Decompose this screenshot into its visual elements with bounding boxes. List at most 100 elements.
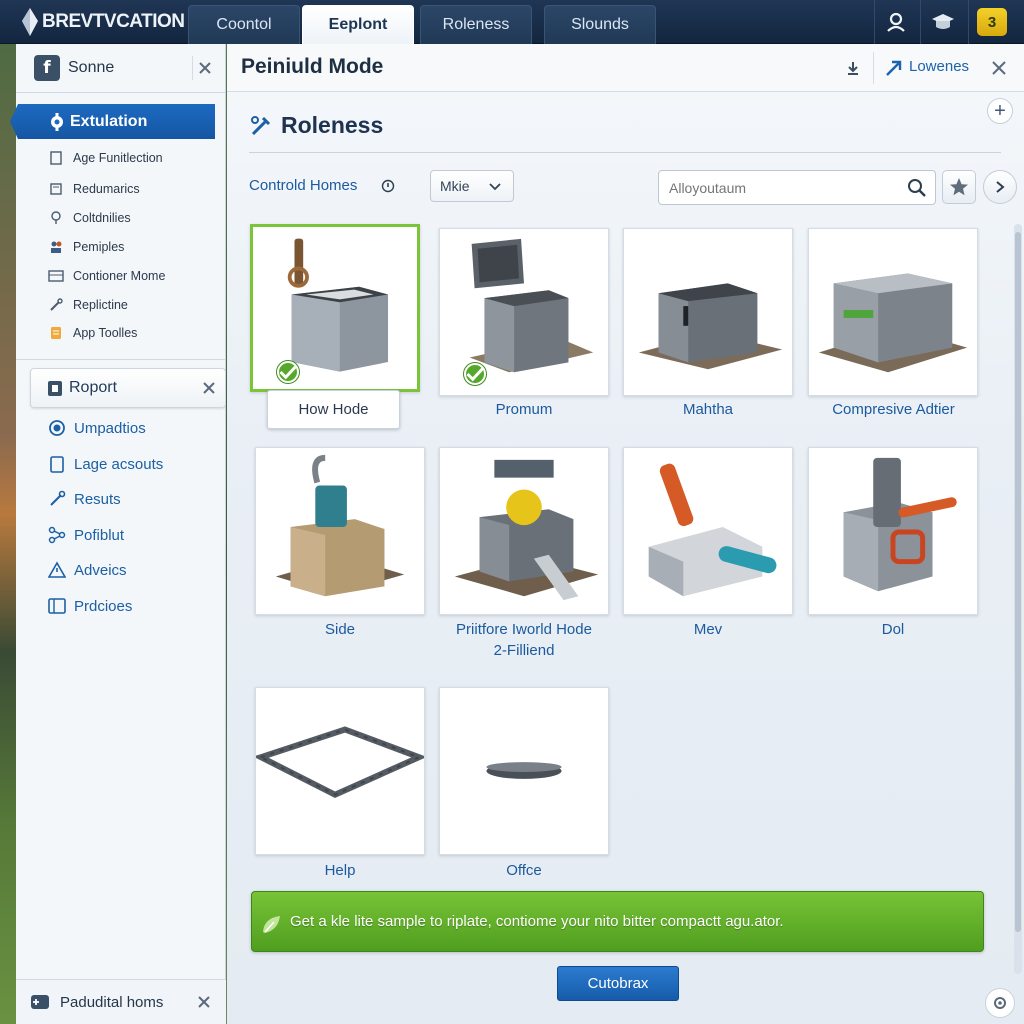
item-label: Compresive Adtier [832, 401, 955, 418]
sidebar-header-label: Sonne [68, 59, 115, 76]
sidebar-footer[interactable]: Padudital homs [16, 979, 226, 1024]
item-card[interactable] [439, 228, 609, 396]
sidebar-link-label: Umpadtios [74, 419, 146, 437]
item-card[interactable] [439, 687, 609, 855]
user-icon[interactable] [878, 4, 914, 40]
sidebar-header: f Sonne [16, 44, 226, 92]
item-card[interactable] [250, 224, 420, 392]
app-icon [48, 325, 64, 341]
tree-icon [48, 210, 64, 226]
report-panel-header[interactable]: Roport [30, 368, 226, 408]
bin-object-icon [287, 238, 389, 372]
scrollbar-thumb[interactable] [1015, 232, 1021, 932]
report-label: Roport [69, 379, 118, 396]
sidebar: f Sonne Extulation Age Funitlection Redu… [10, 44, 226, 1024]
next-button[interactable] [983, 170, 1017, 204]
item-label: Dol [881, 621, 905, 638]
item-card[interactable] [439, 447, 609, 615]
people-icon [48, 239, 64, 255]
document-icon [48, 181, 64, 197]
badge-icon[interactable]: 3 [974, 4, 1010, 40]
sidebar-link-label: Lage acsouts [74, 455, 164, 473]
sidebar-link[interactable]: Adveics [48, 557, 218, 583]
sidebar-link[interactable]: Pofiblut [48, 522, 218, 548]
network-icon [48, 526, 66, 544]
scrollbar[interactable] [1014, 224, 1022, 974]
sidebar-item-label: App Toolles [73, 326, 138, 340]
item-card[interactable] [623, 228, 793, 396]
sidebar-link-label: Prdcioes [74, 597, 133, 615]
chevron-down-icon [489, 183, 501, 191]
sidebar-link[interactable]: Resuts [48, 486, 218, 512]
checkmark-icon [277, 361, 299, 383]
sidebar-item[interactable]: Pemiples [48, 236, 218, 258]
close-icon[interactable] [197, 376, 221, 400]
sidebar-item-label: Pemiples [73, 240, 125, 254]
star-icon [950, 178, 968, 196]
settings-button[interactable] [985, 988, 1015, 1018]
page-title: Peiniuld Mode [241, 55, 384, 78]
printer-object-icon [454, 459, 599, 601]
dropdown-value: Mkie [440, 178, 470, 194]
gamepad-icon [31, 995, 49, 1009]
graduation-cap-icon[interactable] [925, 4, 961, 40]
report-icon [48, 381, 62, 396]
sidebar-item[interactable]: Redumarics [48, 178, 218, 200]
sidebar-item[interactable]: Contioner Mome [48, 265, 218, 287]
search-input[interactable] [658, 170, 936, 205]
top-bar: BREVTVCATION Coontol Eeplont Roleness Sl… [0, 0, 1024, 44]
sidebar-link[interactable]: Prdcioes [48, 593, 218, 619]
facebook-icon: f [34, 55, 60, 81]
sidebar-item-active[interactable]: Extulation [10, 104, 215, 139]
item-card[interactable] [808, 447, 978, 615]
gear-icon [994, 997, 1006, 1009]
item-label: Priitfore Iworld Hode [456, 621, 592, 638]
panel-icon [48, 597, 66, 615]
sidebar-item-label: Age Funitlection [73, 151, 163, 165]
press-object-icon [843, 457, 957, 592]
sidebar-link[interactable]: Lage acsouts [48, 451, 218, 477]
item-card[interactable] [255, 447, 425, 615]
primary-button[interactable]: Cutobrax [557, 966, 679, 1001]
clipboard-icon [48, 455, 66, 473]
tab-explore[interactable]: Eeplont [302, 5, 414, 44]
alert-icon [48, 561, 66, 579]
close-icon[interactable] [192, 56, 216, 80]
item-label: Promum [495, 401, 553, 418]
item-card[interactable] [623, 447, 793, 615]
tab-label: Eeplont [328, 16, 388, 33]
close-icon[interactable] [987, 56, 1011, 80]
item-label: Mahtha [682, 401, 734, 418]
arrow-up-right-icon[interactable] [882, 56, 906, 80]
sidebar-item-label: Redumarics [73, 182, 140, 196]
disc-object-icon [486, 762, 562, 779]
sidebar-link-label: Pofiblut [74, 526, 125, 544]
search-icon[interactable] [907, 178, 927, 198]
tab-sounds[interactable]: Slounds [544, 5, 656, 44]
close-icon[interactable] [192, 990, 216, 1014]
sidebar-item[interactable]: Age Funitlection [48, 147, 218, 169]
tab-roleness[interactable]: Roleness [420, 5, 532, 44]
banner-text: Get a kle lite sample to riplate, contio… [290, 913, 784, 930]
filter-label: Controld Homes [249, 177, 358, 194]
download-icon[interactable] [841, 56, 865, 80]
radio-icon [48, 419, 66, 437]
logo-text: BREVTVCATION [42, 11, 185, 32]
sidebar-item[interactable]: Coltdnilies [48, 207, 218, 229]
tools-icon [48, 490, 66, 508]
header-link[interactable]: Lowenes [909, 58, 969, 75]
tab-control[interactable]: Coontol [188, 5, 300, 44]
item-label: Offce [506, 862, 542, 879]
filter-dropdown[interactable]: Mkie [430, 170, 514, 202]
favorite-button[interactable] [942, 170, 976, 204]
sidebar-item[interactable]: App Toolles [48, 322, 218, 344]
item-card[interactable] [255, 687, 425, 855]
info-icon[interactable] [381, 179, 395, 193]
leaf-icon [263, 916, 280, 933]
add-button[interactable]: + [987, 98, 1013, 124]
item-card[interactable] [808, 228, 978, 396]
sidebar-link[interactable]: Umpadtios [48, 415, 218, 441]
tools-icon [48, 297, 64, 313]
badge-count: 3 [987, 13, 997, 31]
sidebar-item[interactable]: Replictine [48, 294, 218, 316]
